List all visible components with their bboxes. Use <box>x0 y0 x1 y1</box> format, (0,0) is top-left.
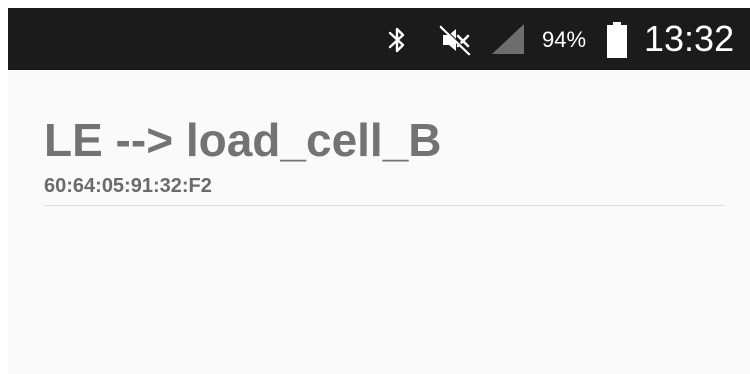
bluetooth-icon <box>386 24 408 61</box>
list-divider <box>44 205 725 206</box>
signal-icon <box>490 22 526 61</box>
device-address: 60:64:05:91:32:F2 <box>44 175 212 197</box>
device-list-item[interactable]: LE --> load_cell_B 60:64:05:91:32:F2 <box>44 112 725 206</box>
battery-icon <box>606 21 628 64</box>
device-name: LE --> load_cell_B <box>44 114 442 166</box>
battery-percent: 94% <box>542 27 587 52</box>
mute-icon <box>438 24 472 61</box>
clock: 13:32 <box>644 18 735 59</box>
status-bar: 94% 13:32 <box>8 8 750 70</box>
app-screen: 94% 13:32 LE --> load_cell_B 60:64:05:91… <box>8 8 750 374</box>
